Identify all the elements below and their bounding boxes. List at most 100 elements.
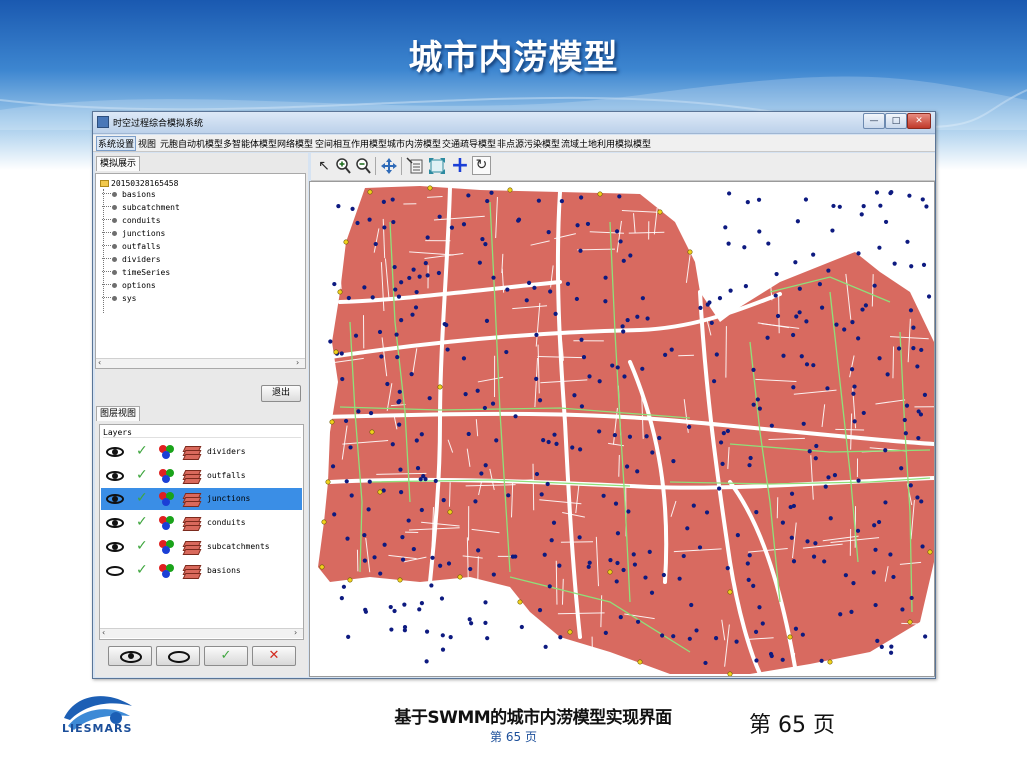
layer-row-basions[interactable]: ✓ basions — [101, 560, 302, 582]
layer-row-conduits[interactable]: ✓ conduits — [101, 512, 302, 534]
outfall-point — [427, 185, 433, 191]
tree-item-outfalls[interactable]: outfalls — [102, 242, 161, 251]
junction-point — [831, 203, 836, 209]
outfall-point — [347, 577, 353, 583]
map-canvas[interactable] — [309, 181, 935, 677]
junction-point — [877, 356, 882, 361]
junction-point — [754, 658, 759, 663]
color-palette-icon[interactable] — [159, 469, 175, 483]
junction-point — [902, 417, 907, 423]
junction-point — [579, 195, 584, 200]
tree-horizontal-scrollbar[interactable]: ‹ › — [96, 358, 305, 368]
eye-closed-icon[interactable] — [106, 566, 124, 576]
layer-properties-icon[interactable] — [405, 156, 425, 176]
tree-item-timeseries[interactable]: timeSeries — [102, 268, 170, 277]
menu-bar: 系统设置 视图 元胞自动机模型 多智能体模型 网络模型 空间相互作用模型 城市内… — [93, 135, 935, 152]
close-button[interactable]: ✕ — [907, 113, 931, 129]
zoom-in-icon[interactable] — [333, 156, 353, 176]
hide-all-layers-button[interactable] — [156, 646, 200, 666]
layer-label: subcatchments — [207, 542, 270, 551]
junction-point — [677, 576, 682, 581]
eye-icon[interactable] — [106, 471, 124, 481]
layers-horizontal-scrollbar[interactable]: ‹ › — [100, 628, 303, 638]
layer-row-outfalls[interactable]: ✓ outfalls — [101, 465, 302, 487]
minimize-button[interactable]: — — [863, 113, 885, 129]
check-icon[interactable]: ✓ — [136, 562, 148, 578]
layer-row-dividers[interactable]: ✓ dividers — [101, 441, 302, 463]
menu-spatial-interaction[interactable]: 空间相互作用模型 — [315, 137, 387, 150]
scroll-right-icon[interactable]: › — [296, 358, 299, 367]
tab-layers[interactable]: 图层视图 — [96, 406, 141, 421]
junction-point — [479, 471, 484, 476]
junction-point — [330, 464, 336, 469]
outfall-point — [321, 519, 327, 525]
layer-row-junctions[interactable]: ✓ junctions — [101, 488, 302, 510]
add-point-icon[interactable]: + — [450, 155, 470, 177]
menu-multi-agent[interactable]: 多智能体模型 — [223, 137, 277, 150]
menu-traffic[interactable]: 交通疏导模型 — [442, 137, 496, 150]
tree-item-options[interactable]: options — [102, 281, 156, 290]
junction-point — [349, 493, 354, 498]
scroll-left-icon[interactable]: ‹ — [98, 358, 101, 367]
color-palette-icon[interactable] — [159, 540, 175, 554]
window-titlebar[interactable]: 时空过程综合模拟系统 — □ ✕ — [93, 112, 935, 134]
pan-icon[interactable] — [379, 156, 399, 176]
eye-icon[interactable] — [106, 494, 124, 504]
menu-urban-flood[interactable]: 城市内涝模型 — [387, 137, 441, 150]
check-icon[interactable]: ✓ — [136, 467, 148, 483]
zoom-out-icon[interactable] — [353, 156, 373, 176]
color-palette-icon[interactable] — [159, 492, 175, 506]
refresh-icon[interactable]: ↻ — [472, 156, 491, 175]
junction-point — [773, 293, 778, 298]
color-palette-icon[interactable] — [159, 564, 175, 578]
check-icon[interactable]: ✓ — [136, 538, 148, 554]
menu-view[interactable]: 视图 — [138, 137, 156, 150]
full-extent-icon[interactable] — [427, 156, 447, 176]
junction-point — [707, 300, 712, 305]
layer-row-subcatchments[interactable]: ✓ subcatchments — [101, 536, 302, 558]
menu-nonpoint-pollution[interactable]: 非点源污染模型 — [497, 137, 560, 150]
menu-cellular-automata[interactable]: 元胞自动机模型 — [160, 137, 223, 150]
outfall-point — [437, 384, 443, 390]
parcel-boundary — [448, 482, 451, 507]
menu-network[interactable]: 网络模型 — [277, 137, 313, 150]
junction-point — [687, 424, 692, 430]
tree-item-junctions[interactable]: junctions — [102, 229, 165, 238]
color-palette-icon[interactable] — [159, 516, 175, 530]
maximize-button[interactable]: □ — [885, 113, 907, 129]
junction-point — [876, 519, 882, 525]
junction-point — [419, 601, 425, 606]
tree-item-basions[interactable]: basions — [102, 190, 156, 199]
tree-item-conduits[interactable]: conduits — [102, 216, 161, 225]
tree-root[interactable]: 20150328165458 — [100, 179, 178, 188]
menu-watershed-landuse[interactable]: 流域土地利用模拟模型 — [561, 137, 651, 150]
menu-system-settings[interactable]: 系统设置 — [96, 136, 137, 151]
exit-button[interactable]: 退出 — [261, 385, 301, 402]
confirm-button[interactable]: ✓ — [204, 646, 248, 666]
check-icon[interactable]: ✓ — [136, 490, 148, 506]
show-all-layers-button[interactable] — [108, 646, 152, 666]
check-icon[interactable]: ✓ — [136, 514, 148, 530]
junction-point — [920, 544, 925, 549]
tree-item-sys[interactable]: sys — [102, 294, 136, 303]
scroll-left-icon[interactable]: ‹ — [102, 628, 105, 637]
tree-item-dividers[interactable]: dividers — [102, 255, 161, 264]
color-palette-icon[interactable] — [159, 445, 175, 459]
parcel-boundary — [713, 200, 717, 220]
junction-point — [410, 312, 415, 317]
urban-flood-map[interactable] — [310, 182, 935, 677]
junction-point — [340, 376, 345, 382]
outfall-point — [687, 249, 693, 255]
select-arrow-icon[interactable]: ↖ — [314, 156, 334, 176]
junction-point — [382, 225, 387, 230]
check-icon[interactable]: ✓ — [136, 443, 148, 459]
tab-simulation[interactable]: 模拟展示 — [96, 156, 141, 171]
eye-icon[interactable] — [106, 542, 124, 552]
tree-item-subcatchment[interactable]: subcatchment — [102, 203, 180, 212]
junction-point — [414, 438, 419, 443]
layer-stack-icon — [182, 563, 202, 579]
eye-icon[interactable] — [106, 518, 124, 528]
cancel-button[interactable]: ✕ — [252, 646, 296, 666]
scroll-right-icon[interactable]: › — [294, 628, 297, 637]
eye-icon[interactable] — [106, 447, 124, 457]
